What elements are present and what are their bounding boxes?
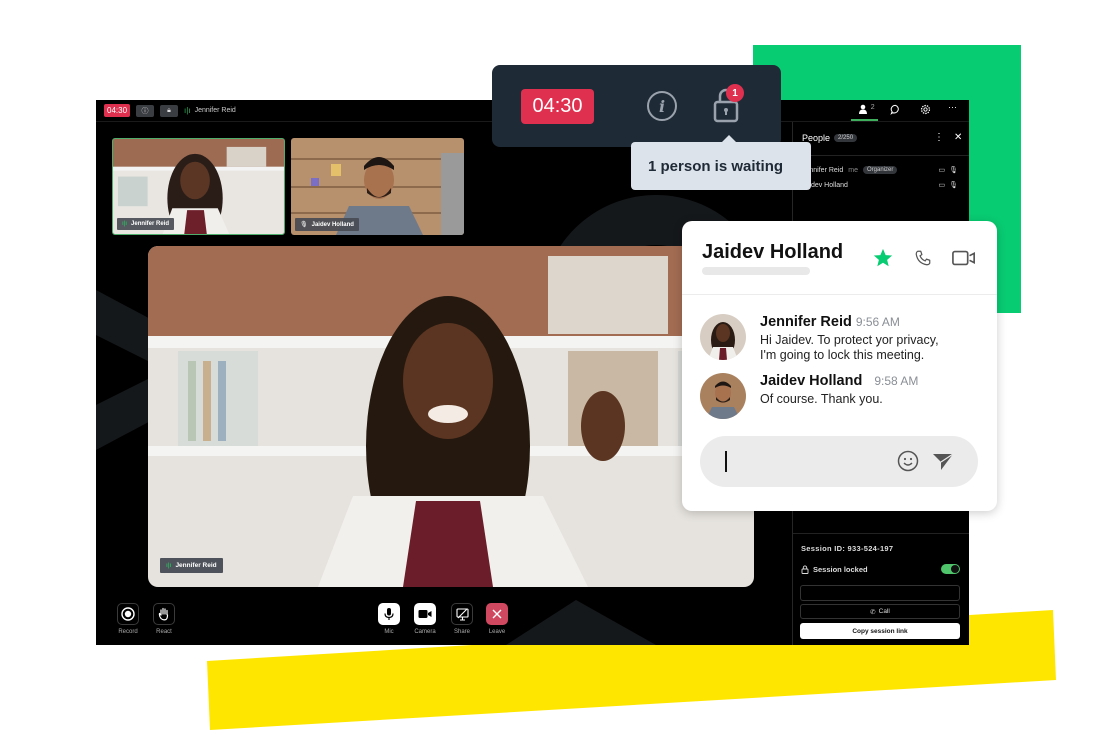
screen-and-mic-icons: ▭🎙︎	[938, 182, 962, 189]
close-icon	[486, 603, 508, 625]
meeting-status-popup: 04:30 i 1	[492, 65, 781, 147]
call-button[interactable]: ✆ Call	[800, 604, 960, 619]
text-caret	[725, 451, 727, 472]
waiting-tooltip: 1 person is waiting	[631, 135, 811, 190]
record-icon	[117, 603, 139, 625]
chat-header-actions	[872, 247, 976, 269]
waiting-count-badge: 1	[726, 84, 744, 102]
avatar-jennifer	[700, 314, 746, 360]
people-header-actions: ⋮ ✕	[934, 132, 962, 143]
message-input[interactable]	[700, 436, 978, 487]
tab-people[interactable]: 2	[858, 104, 875, 117]
message-body: Jennifer Reid 9:56 AM Hi Jaidev. To prote…	[760, 314, 939, 362]
copy-session-link-button[interactable]: Copy session link	[800, 623, 960, 639]
participant-tile[interactable]: ı|ı Jennifer Reid	[112, 138, 285, 235]
record-button[interactable]: Record	[117, 603, 139, 635]
stage: 04:30 ⓘ 🔒︎ ı|ı Jennifer Reid ı|ı Jennife…	[0, 0, 1110, 740]
send-icon[interactable]	[932, 451, 954, 471]
kebab-menu-icon[interactable]: ⋮	[934, 132, 944, 143]
react-button[interactable]: React	[153, 603, 175, 635]
active-tab-indicator	[851, 119, 878, 121]
speaking-icon: ı|ı	[166, 562, 172, 569]
info-button[interactable]: ⓘ	[136, 104, 155, 117]
lock-button[interactable]: 🔒︎	[160, 104, 179, 117]
session-id: Session ID: 933-524-197	[801, 544, 894, 553]
active-speaker-name: Jennifer Reid	[194, 107, 236, 114]
camera-icon	[414, 603, 436, 625]
message-body: Jaidev Holland 9:58 AM Of course. Thank y…	[760, 373, 919, 406]
organizer-badge: Organizer	[862, 166, 898, 174]
close-icon[interactable]: ✕	[954, 132, 962, 143]
screen-and-mic-icons: ▭🎙︎	[938, 167, 962, 174]
lock-icon: 🔒︎	[167, 106, 171, 114]
chat-message: Jennifer Reid 9:56 AM Hi Jaidev. To prote…	[700, 314, 939, 363]
star-icon[interactable]	[872, 247, 894, 269]
speaking-icon: ı|ı	[122, 221, 128, 227]
mic-button[interactable]: Mic	[378, 603, 400, 635]
session-lock-toggle[interactable]	[941, 564, 960, 574]
chat-panel: Jaidev Holland Jennifer Reid 9:56 AM Hi J…	[682, 221, 997, 511]
main-video-name-label: ı|ı Jennifer Reid	[160, 558, 223, 573]
main-video[interactable]: ı|ı Jennifer Reid	[148, 246, 754, 587]
chat-icon	[890, 104, 899, 115]
hand-icon	[153, 603, 175, 625]
people-list-item[interactable]: Jennifer Reid me Organizer ▭🎙︎	[802, 166, 962, 174]
divider	[682, 294, 997, 295]
info-icon: ⓘ	[141, 107, 149, 115]
tab-settings[interactable]	[920, 104, 931, 118]
participant-name-label: 🎙︎ Jaidev Holland	[295, 218, 359, 231]
emoji-icon[interactable]	[897, 450, 919, 472]
chat-contact-name: Jaidev Holland	[702, 241, 844, 263]
avatar-jaidev	[700, 373, 746, 419]
divider	[793, 533, 969, 534]
leave-button[interactable]: Leave	[486, 603, 508, 635]
people-count-badge: 2/250	[834, 134, 858, 142]
speaking-icon: ı|ı	[184, 106, 191, 115]
phone-icon: ✆	[870, 608, 876, 616]
video-feed-main	[148, 246, 754, 587]
video-call-icon[interactable]	[952, 249, 976, 267]
mic-icon: 🎙︎	[300, 222, 308, 228]
tab-chat[interactable]	[890, 104, 901, 118]
share-screen-icon	[451, 603, 473, 625]
more-icon: ···	[948, 102, 957, 112]
meeting-timer-large[interactable]: 04:30	[521, 89, 594, 124]
phone-icon[interactable]	[914, 249, 932, 267]
camera-button[interactable]: Camera	[414, 603, 436, 635]
settings-icon	[920, 104, 931, 115]
contact-status-placeholder	[702, 267, 810, 275]
participant-name-label: ı|ı Jennifer Reid	[117, 218, 175, 230]
participant-tile[interactable]: 🎙︎ Jaidev Holland	[291, 138, 464, 235]
active-speaker: ı|ı Jennifer Reid	[184, 106, 236, 115]
session-locked-row: Session locked	[801, 565, 868, 574]
phone-number-input[interactable]	[800, 585, 960, 601]
people-header: People 2/250	[802, 133, 858, 143]
chat-message: Jaidev Holland 9:58 AM Of course. Thank y…	[700, 373, 918, 419]
people-list-item[interactable]: Jaidev Holland ▭🎙︎	[802, 181, 962, 190]
more-menu-button[interactable]: ···	[948, 102, 957, 112]
divider	[793, 155, 969, 156]
info-icon[interactable]: i	[647, 91, 677, 121]
meeting-timer[interactable]: 04:30	[104, 104, 131, 117]
mic-icon	[378, 603, 400, 625]
people-icon	[859, 104, 867, 114]
share-button[interactable]: Share	[451, 603, 473, 635]
lock-icon	[801, 565, 809, 574]
